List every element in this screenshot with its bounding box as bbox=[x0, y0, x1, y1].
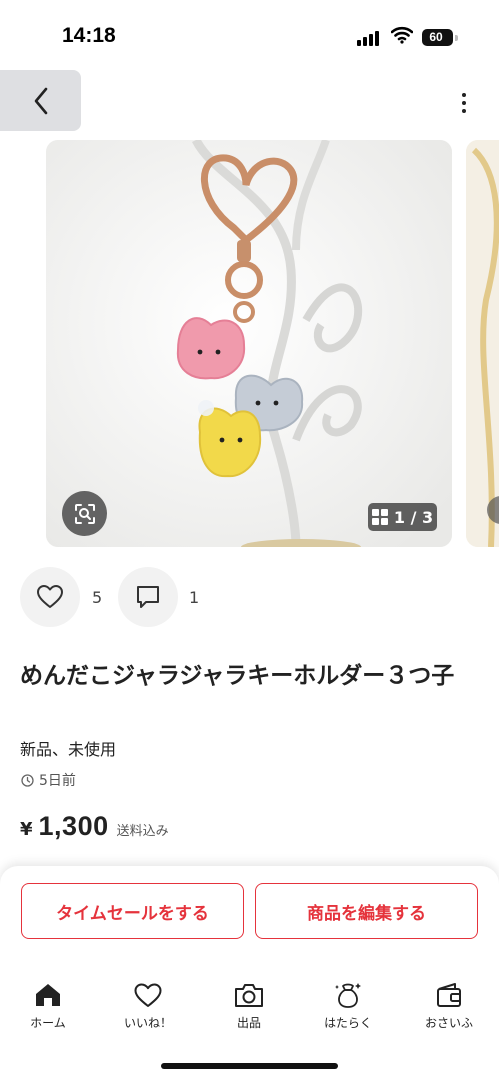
posted-time-row: 5日前 bbox=[21, 770, 76, 790]
posted-time: 5日前 bbox=[39, 773, 76, 789]
price-row: ¥ 1,300 送料込み bbox=[20, 811, 169, 842]
product-condition: 新品、未使用 bbox=[20, 740, 117, 759]
tab-label: おさいふ bbox=[424, 1016, 473, 1030]
next-photo-preview[interactable] bbox=[466, 140, 499, 547]
tab-label: 出品 bbox=[236, 1016, 261, 1030]
home-icon bbox=[36, 984, 60, 1006]
comment-count: 1 bbox=[189, 588, 200, 607]
scan-zoom-icon bbox=[74, 503, 95, 524]
keychain-photo bbox=[46, 140, 452, 547]
battery-icon: 60 bbox=[422, 29, 453, 46]
money-bag-icon bbox=[335, 983, 361, 1008]
heart-icon bbox=[37, 585, 63, 608]
product-title: めんだこジャラジャラキーホルダー３つ子 bbox=[20, 663, 455, 689]
camera-icon bbox=[235, 984, 263, 1007]
like-button[interactable] bbox=[20, 567, 80, 627]
image-zoom-button[interactable] bbox=[62, 491, 107, 536]
wifi-icon bbox=[391, 26, 413, 44]
price-value: 1,300 bbox=[38, 811, 109, 841]
page-indicator-text: 1 / 3 bbox=[393, 507, 434, 527]
home-indicator bbox=[161, 1063, 338, 1069]
signal-icon bbox=[357, 30, 383, 46]
more-vertical-icon bbox=[462, 93, 466, 97]
time-sale-button[interactable]: タイムセールをする bbox=[21, 883, 244, 939]
edit-item-button[interactable]: 商品を編集する bbox=[255, 883, 478, 939]
clock-icon bbox=[21, 773, 34, 787]
product-photo[interactable] bbox=[46, 140, 452, 547]
grid-icon bbox=[371, 509, 388, 525]
image-carousel[interactable] bbox=[0, 140, 499, 548]
tab-likes[interactable]: いいね！ bbox=[108, 980, 188, 1031]
tab-label: ホーム bbox=[30, 1016, 66, 1030]
chevron-left-icon bbox=[34, 87, 47, 114]
tab-label: いいね！ bbox=[123, 1016, 172, 1030]
tab-label: はたらく bbox=[324, 1016, 372, 1030]
wallet-icon bbox=[437, 983, 461, 1007]
like-count: 5 bbox=[92, 588, 103, 607]
status-bar: 14:18 60 bbox=[0, 0, 499, 62]
tab-work[interactable]: はたらく bbox=[308, 980, 388, 1031]
photo-page-indicator[interactable]: 1 / 3 bbox=[368, 503, 437, 531]
back-button[interactable] bbox=[0, 70, 81, 131]
tab-sell[interactable]: 出品 bbox=[209, 980, 289, 1031]
more-options-button[interactable] bbox=[452, 88, 476, 118]
status-time: 14:18 bbox=[62, 24, 116, 47]
tab-home[interactable]: ホーム bbox=[8, 980, 88, 1031]
shipping-note: 送料込み bbox=[116, 824, 169, 839]
battery-cap bbox=[455, 35, 458, 41]
tab-wallet[interactable]: おさいふ bbox=[409, 980, 489, 1031]
heart-icon bbox=[134, 983, 162, 1007]
battery-level: 60 bbox=[429, 30, 443, 44]
price-currency: ¥ bbox=[20, 819, 33, 840]
comment-icon bbox=[137, 586, 159, 608]
comment-button[interactable] bbox=[118, 567, 178, 627]
